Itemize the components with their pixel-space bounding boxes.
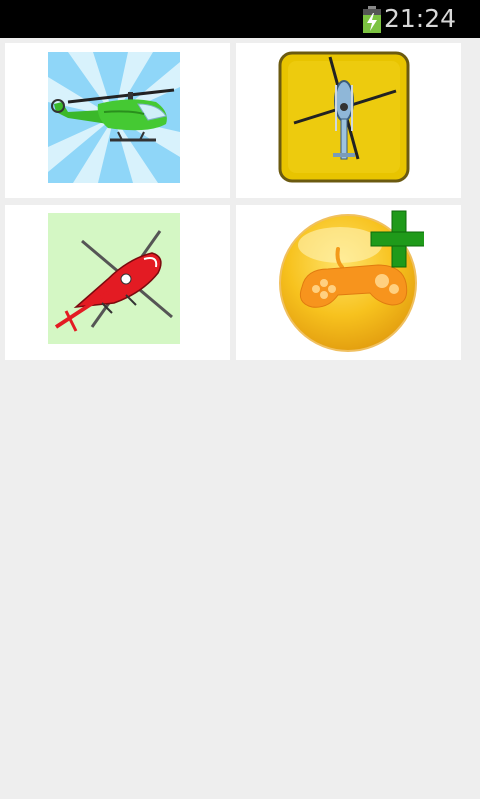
status-clock: 21:24 [383,4,456,33]
add-game-icon [279,210,424,352]
add-game-button[interactable] [236,205,461,360]
blue-helicopter-topdown-icon [278,51,410,183]
status-bar: 21:24 [0,0,480,38]
game-tile-red-helicopter[interactable] [5,205,230,360]
green-helicopter-icon [48,52,180,183]
red-helicopter-icon [48,213,180,344]
battery-charging-icon [363,6,381,33]
game-tile-green-helicopter[interactable] [5,43,230,198]
game-tile-blue-helicopter[interactable] [236,43,461,198]
